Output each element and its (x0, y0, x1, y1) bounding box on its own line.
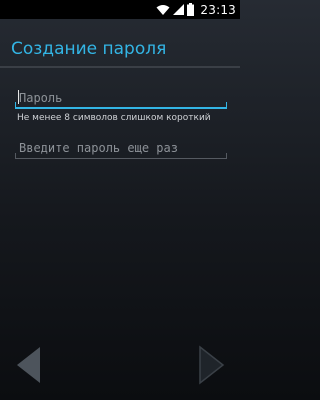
chevron-right-icon (199, 345, 225, 385)
chevron-left-icon (17, 347, 40, 383)
battery-icon (187, 3, 195, 16)
wifi-icon (156, 4, 170, 16)
password-hint: Не менее 8 символов слишком короткий (17, 113, 211, 123)
status-icons: 23:13 (156, 0, 236, 19)
next-button[interactable] (196, 345, 226, 385)
back-button[interactable] (14, 345, 44, 385)
status-bar: 23:13 (0, 0, 240, 19)
password-field-underline (15, 102, 227, 109)
confirm-password-field[interactable]: Введите пароль еще раз (15, 137, 227, 159)
title-divider (0, 66, 240, 68)
password-field[interactable]: Пароль (15, 87, 227, 109)
signal-icon (173, 3, 185, 16)
confirm-password-underline (15, 153, 227, 159)
status-clock: 23:13 (200, 2, 236, 17)
page-title: Создание пароля (11, 39, 167, 59)
